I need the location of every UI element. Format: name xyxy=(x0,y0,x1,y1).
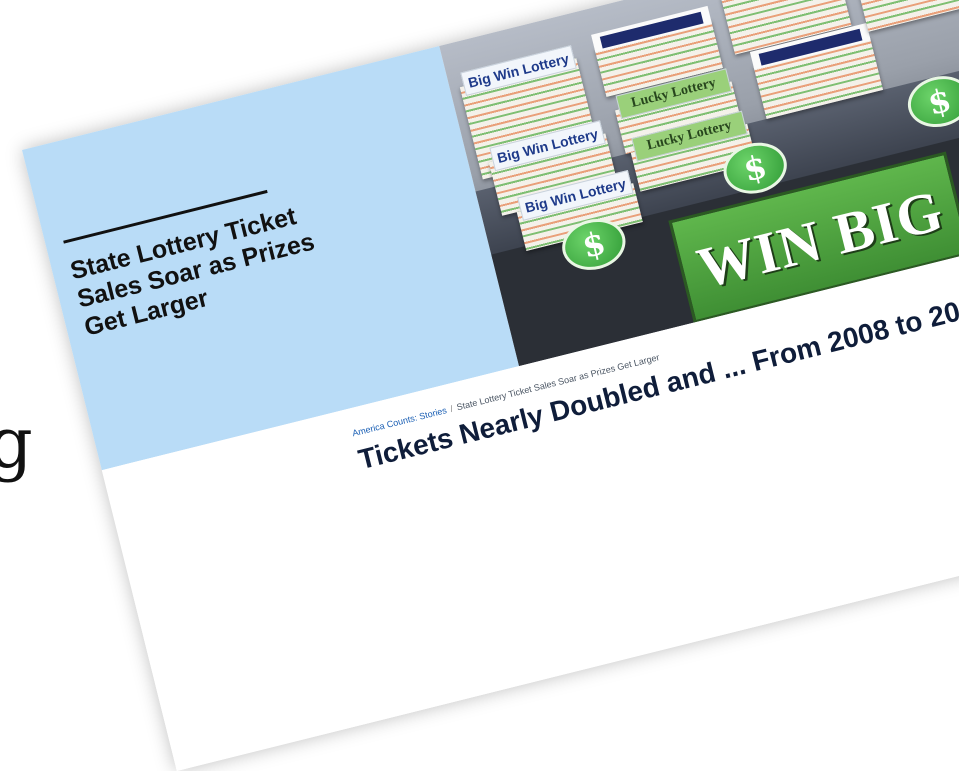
tilted-article-page: State Lottery Ticket Sales Soar as Prize… xyxy=(22,0,959,771)
hero-title: State Lottery Ticket Sales Soar as Prize… xyxy=(67,202,318,342)
stack-label: Big Win Lottery xyxy=(460,45,577,96)
ticket-stack xyxy=(854,0,959,32)
cropped-edge-glyph: g xyxy=(0,402,33,484)
article-page: State Lottery Ticket Sales Soar as Prize… xyxy=(22,0,959,771)
